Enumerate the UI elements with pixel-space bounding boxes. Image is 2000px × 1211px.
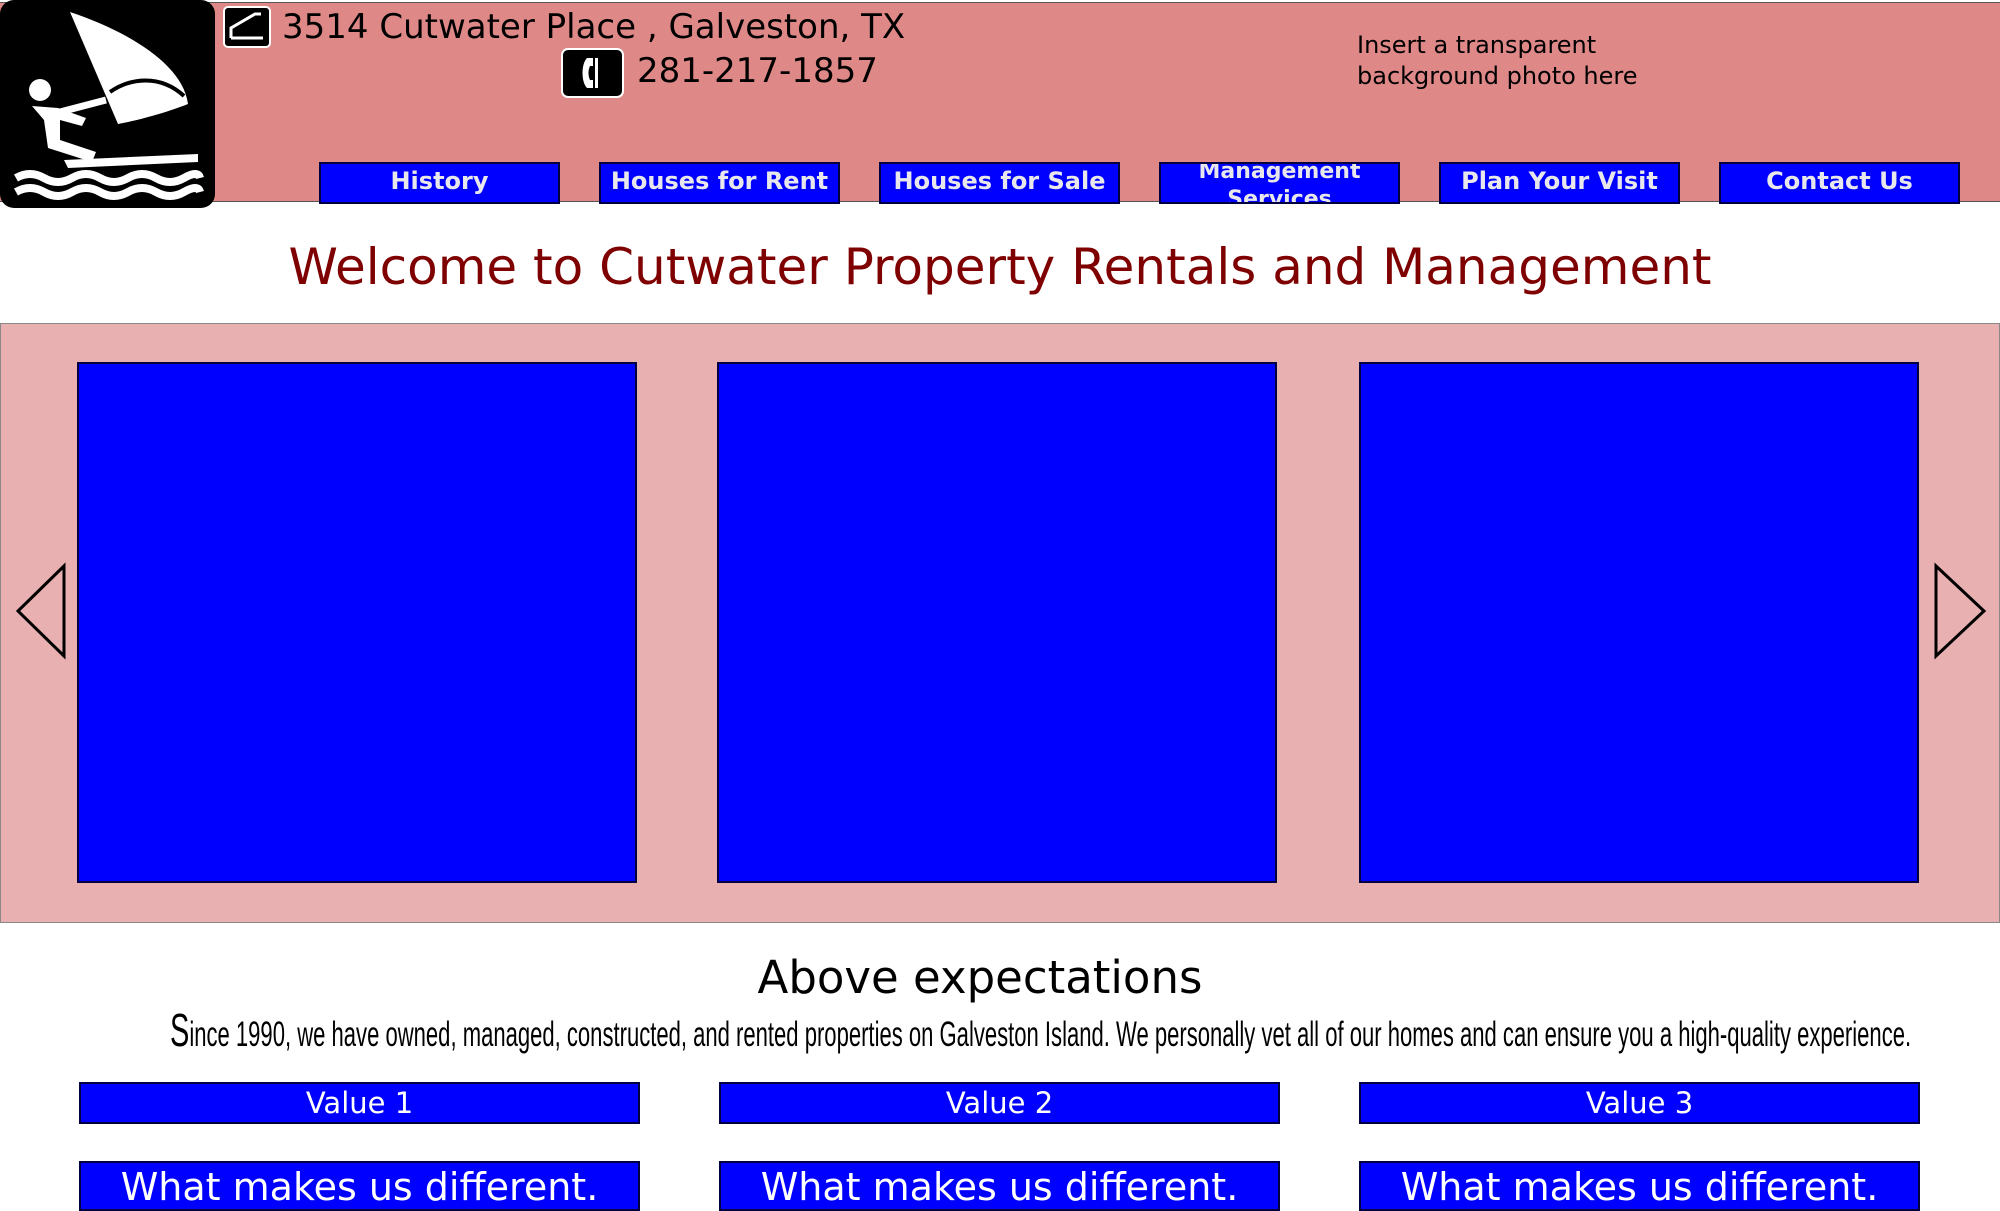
section-title: Above expectations: [757, 951, 1203, 1004]
nav-history-button[interactable]: History: [319, 162, 560, 204]
value-1-label: Value 1: [79, 1082, 640, 1124]
value-2-detail: What makes us different.: [719, 1161, 1280, 1211]
header-address: 3514 Cutwater Place , Galveston, TX: [282, 7, 906, 47]
background-photo-note: Insert a transparent background photo he…: [1357, 31, 1638, 90]
nav-contact-us-button[interactable]: Contact Us: [1719, 162, 1960, 204]
section-description: Since 1990, we have owned, managed, cons…: [170, 1004, 1912, 1056]
house-icon: [223, 6, 271, 48]
nav-plan-your-visit-button[interactable]: Plan Your Visit: [1439, 162, 1680, 204]
windsurfing-icon[interactable]: [0, 0, 215, 208]
value-2-label: Value 2: [719, 1082, 1280, 1124]
value-3-detail: What makes us different.: [1359, 1161, 1920, 1211]
nav-houses-for-sale-button[interactable]: Houses for Sale: [879, 162, 1120, 204]
nav-management-services-label: Management Services: [1198, 162, 1361, 204]
phone-icon[interactable]: [561, 48, 624, 98]
header-phone[interactable]: 281-217-1857: [637, 50, 878, 92]
nav-management-services-button[interactable]: Management Services: [1159, 162, 1400, 204]
nav-houses-for-rent-button[interactable]: Houses for Rent: [599, 162, 840, 204]
carousel-slide-2[interactable]: [717, 362, 1277, 883]
value-1-detail: What makes us different.: [79, 1161, 640, 1211]
page-title: Welcome to Cutwater Property Rentals and…: [288, 238, 1712, 296]
carousel-slide-1[interactable]: [77, 362, 637, 883]
chevron-right-icon[interactable]: [1932, 562, 1988, 660]
value-3-label: Value 3: [1359, 1082, 1920, 1124]
carousel-slide-3[interactable]: [1359, 362, 1919, 883]
chevron-left-icon[interactable]: [14, 562, 70, 660]
